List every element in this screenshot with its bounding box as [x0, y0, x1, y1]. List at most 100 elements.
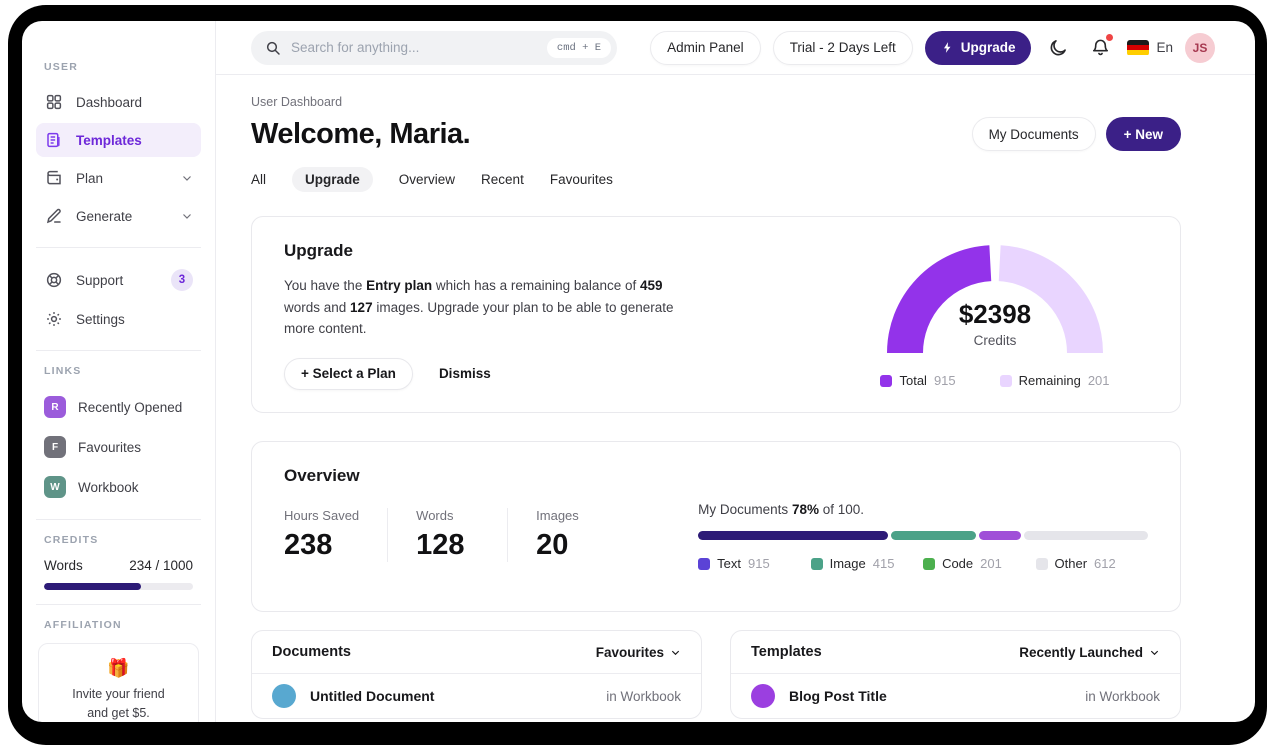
sidebar-heading-affiliation: AFFILIATION	[44, 619, 122, 631]
documents-card-title: Documents	[272, 644, 351, 660]
chevron-down-icon	[181, 172, 193, 184]
legend-item-text: Text 915	[698, 556, 810, 571]
gear-icon	[44, 309, 64, 329]
legend-swatch	[1035, 557, 1048, 570]
sidebar-item-label: Templates	[76, 132, 142, 148]
sidebar-link-recently-opened[interactable]: R Recently Opened	[36, 389, 201, 425]
divider	[36, 350, 201, 351]
search-shortcut-badge: cmd + E	[546, 37, 611, 58]
legend-swatch	[923, 557, 936, 570]
my-documents-progress: My Documents 78% of 100. Text 915 Image …	[698, 502, 1148, 587]
language-label: En	[1156, 40, 1173, 55]
bar-segment-text	[698, 531, 888, 540]
admin-panel-button[interactable]: Admin Panel	[650, 30, 761, 65]
credits-value: 234 / 1000	[129, 558, 193, 573]
upgrade-card-title: Upgrade	[284, 241, 353, 260]
upgrade-button[interactable]: Upgrade	[924, 30, 1032, 65]
link-letter-badge: F	[44, 436, 66, 458]
search-icon	[265, 40, 281, 56]
legend-item-total: Total 915	[880, 373, 956, 388]
trial-badge-button[interactable]: Trial - 2 Days Left	[772, 30, 913, 65]
legend-swatch	[999, 374, 1012, 387]
chevron-down-icon	[1149, 647, 1160, 658]
bottom-cards: Documents Favourites Untitled Document i…	[251, 630, 1181, 719]
tab-all[interactable]: All	[251, 167, 266, 192]
overview-card: Overview Hours Saved 238 Words 128 Image…	[251, 441, 1181, 612]
avatar[interactable]: JS	[1185, 32, 1215, 63]
legend-item-code: Code 201	[923, 556, 1035, 571]
gauge-legend: Total 915 Remaining 201	[880, 373, 1110, 388]
templates-filter-dropdown[interactable]: Recently Launched	[1019, 645, 1160, 660]
sidebar-item-label: Dashboard	[76, 94, 143, 110]
template-row[interactable]: Blog Post Title in Workbook	[731, 674, 1180, 718]
german-flag-icon	[1127, 39, 1150, 56]
stat-images: Images 20	[536, 508, 579, 561]
tab-upgrade[interactable]: Upgrade	[292, 167, 373, 192]
templates-icon	[44, 130, 64, 150]
legend-swatch	[880, 374, 893, 387]
dark-mode-toggle[interactable]	[1043, 33, 1073, 63]
templates-card-title: Templates	[751, 644, 822, 660]
language-switcher[interactable]: En	[1127, 39, 1173, 56]
document-location: in Workbook	[606, 688, 681, 704]
template-location: in Workbook	[1085, 688, 1160, 704]
sidebar-item-label: Plan	[76, 170, 104, 186]
templates-card: Templates Recently Launched Blog Post Ti…	[730, 630, 1181, 719]
sidebar-heading-links: LINKS	[44, 365, 82, 377]
sidebar-link-workbook[interactable]: W Workbook	[36, 469, 201, 505]
bar-segment-code	[979, 531, 1021, 540]
credits-row: Words 234 / 1000	[44, 558, 193, 573]
pencil-icon	[44, 206, 64, 226]
page-title: Welcome, Maria.	[251, 117, 471, 150]
support-count-badge: 3	[171, 269, 193, 291]
template-avatar	[751, 684, 775, 708]
sidebar-heading-user: USER	[44, 61, 78, 73]
select-plan-button[interactable]: + Select a Plan	[284, 357, 413, 390]
progress-label: My Documents 78% of 100.	[698, 502, 865, 517]
search-bar[interactable]: cmd + E	[251, 30, 617, 65]
tab-favourites[interactable]: Favourites	[550, 167, 613, 192]
sidebar-item-support[interactable]: Support 3	[36, 262, 201, 298]
tab-overview[interactable]: Overview	[399, 167, 455, 192]
search-input[interactable]	[291, 40, 537, 55]
notifications-button[interactable]	[1085, 33, 1115, 63]
sidebar-heading-credits: CREDITS	[44, 534, 99, 546]
credits-progress-bar	[44, 583, 193, 590]
sidebar-item-templates[interactable]: Templates	[36, 123, 201, 157]
sidebar-item-settings[interactable]: Settings	[36, 302, 201, 336]
document-row[interactable]: Untitled Document in Workbook	[252, 674, 701, 718]
tab-recent[interactable]: Recent	[481, 167, 524, 192]
stat-hours-saved: Hours Saved 238	[284, 508, 389, 562]
notification-dot	[1106, 33, 1114, 41]
upgrade-card: Upgrade You have the Entry plan which ha…	[251, 216, 1181, 413]
device-frame: USER Dashboard Templates Plan Generate S…	[8, 5, 1267, 745]
stat-words: Words 128	[416, 508, 509, 562]
documents-filter-dropdown[interactable]: Favourites	[596, 645, 681, 660]
documents-card: Documents Favourites Untitled Document i…	[251, 630, 702, 719]
overview-stats: Hours Saved 238 Words 128 Images 20	[284, 508, 656, 562]
template-title: Blog Post Title	[789, 688, 887, 704]
credits-label: Words	[44, 558, 83, 573]
legend-item-image: Image 415	[810, 556, 923, 571]
document-title: Untitled Document	[310, 688, 435, 704]
sidebar-item-generate[interactable]: Generate	[36, 199, 201, 233]
bar-segment-image	[890, 531, 977, 540]
dismiss-button[interactable]: Dismiss	[439, 366, 491, 381]
overview-card-left: Overview Hours Saved 238 Words 128 Image…	[284, 466, 656, 587]
tabs: All Upgrade Overview Recent Favourites	[251, 167, 1181, 192]
sidebar-item-dashboard[interactable]: Dashboard	[36, 85, 201, 119]
legend-swatch	[810, 557, 823, 570]
sidebar-link-favourites[interactable]: F Favourites	[36, 429, 201, 465]
wallet-icon	[44, 168, 64, 188]
link-letter-badge: W	[44, 476, 66, 498]
new-button[interactable]: + New	[1105, 117, 1181, 151]
credits-gauge: $2398 Credits Total 915 Remaining 201	[880, 241, 1110, 388]
divider	[36, 519, 201, 520]
link-letter-badge: R	[44, 396, 66, 418]
bar-segment-other	[1023, 531, 1148, 540]
sidebar-item-plan[interactable]: Plan	[36, 161, 201, 195]
main-area: cmd + E Admin Panel Trial - 2 Days Left …	[216, 21, 1255, 722]
my-documents-button[interactable]: My Documents	[971, 117, 1096, 151]
legend-item-remaining: Remaining 201	[999, 373, 1110, 388]
credits-progress-fill	[44, 583, 141, 590]
